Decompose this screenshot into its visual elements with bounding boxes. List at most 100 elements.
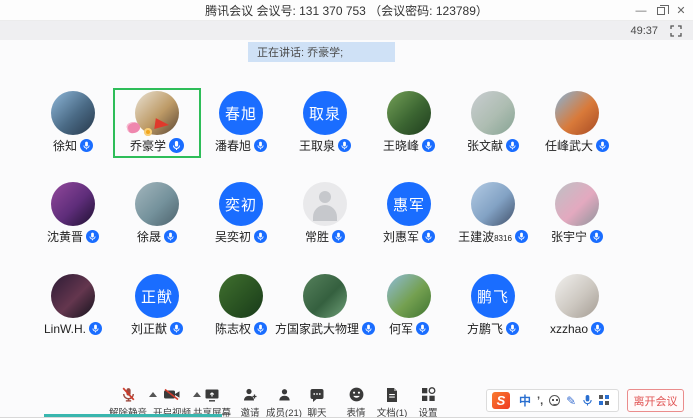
participant-name-row: 乔豪学 [130,138,184,153]
avatar: 春旭 [219,91,263,135]
avatar [471,182,515,226]
participant-tile[interactable]: 方国家武大物理 [283,274,367,336]
status-strip: 49:37 [0,21,693,40]
mic-status-icon [164,230,177,243]
participant-name-row: 王晓峰 [383,138,435,153]
participant-name: 徐知 [53,137,77,154]
participant-tile[interactable]: 任峰武大 [535,91,619,153]
participant-name: 王建波 [458,228,494,245]
mic-status-icon [254,139,267,152]
participant-name-suffix: 8316 [494,234,512,243]
emoji-picker-icon[interactable] [549,395,560,406]
participant-name-row: 吴奕初 [215,229,267,244]
participant-name-row: 何军 [389,321,429,336]
restore-button[interactable] [651,0,671,21]
participant-tile[interactable]: 奕初吴奕初 [199,182,283,244]
participant-name: 刘惠军 [383,228,419,245]
mic-muted-icon [120,386,137,403]
mic-status-icon [80,139,93,152]
elapsed-time: 49:37 [630,25,658,37]
participant-tile[interactable]: 乔豪学 [115,91,199,153]
speaking-banner-text: 正在讲话: 乔豪学; [257,44,343,60]
avatar: 鹏飞 [471,274,515,318]
mic-status-icon [254,322,267,335]
participant-name: 王取泉 [299,137,335,154]
participant-name-row: 王取泉 [299,138,351,153]
mic-status-icon [89,322,102,335]
document-icon [385,386,399,403]
taskbar-accent-line [44,414,222,417]
participant-tile[interactable]: LinW.H. [31,274,115,336]
participant-tile[interactable]: 正猷刘正猷 [115,274,199,336]
participant-name-row: xzzhao [550,321,604,336]
meeting-title: 腾讯会议 会议号: 131 370 753 （会议密码: 123789） [205,2,488,19]
avatar [387,91,431,135]
participant-name-row: 张文献 [467,138,519,153]
participant-tile[interactable]: 徐晟 [115,182,199,244]
participant-tile[interactable]: 张宇宁 [535,182,619,244]
mic-status-icon [170,322,183,335]
participant-name-row: 方鹏飞 [467,321,519,336]
settings-icon [421,386,436,403]
participant-name-row: 沈黄晋 [47,229,99,244]
mic-status-icon [416,322,429,335]
participant-name-row: 刘惠军 [383,229,435,244]
participant-name: 沈黄晋 [47,228,83,245]
participant-name-row: 陈志权 [215,321,267,336]
participant-tile[interactable]: 沈黄晋 [31,182,115,244]
participant-tile[interactable]: 陈志权 [199,274,283,336]
mic-status-icon [596,139,609,152]
participant-name: xzzhao [550,322,588,336]
default-avatar [303,182,347,226]
minimize-button[interactable]: — [631,0,651,21]
participant-name: 方国家武大物理 [275,320,359,337]
participant-tile[interactable]: 张文献 [451,91,535,153]
participant-tile[interactable]: 常胜 [283,182,367,244]
participant-tile[interactable]: 徐知 [31,91,115,153]
avatar [555,274,599,318]
participant-tile[interactable]: 何军 [367,274,451,336]
participant-tile[interactable]: 取泉王取泉 [283,91,367,153]
participant-name-row: 王建波8316 [458,229,528,244]
toolbar-button-settings[interactable]: 设置 [398,386,458,418]
mic-status-icon [515,230,528,243]
avatar [51,91,95,135]
avatar [555,182,599,226]
mic-status-icon [338,139,351,152]
participant-tile[interactable]: 王建波8316 [451,182,535,244]
participant-name-row: 徐知 [53,138,93,153]
participant-name: 吴奕初 [215,228,251,245]
avatar: 正猷 [135,274,179,318]
avatar: 取泉 [303,91,347,135]
keyboard-layout-icon[interactable] [599,395,610,406]
badge-sticker [144,128,152,136]
leave-meeting-button[interactable]: 离开会议 [627,389,684,412]
avatar [387,274,431,318]
participant-tile[interactable]: 惠军刘惠军 [367,182,451,244]
close-button[interactable]: ✕ [671,0,691,21]
mic-status-icon [254,230,267,243]
avatar: 惠军 [387,182,431,226]
participant-name: 刘正猷 [131,320,167,337]
meeting-window: 腾讯会议 会议号: 131 370 753 （会议密码: 123789） — ✕… [0,0,693,418]
participant-tile[interactable]: 鹏飞方鹏飞 [451,274,535,336]
sogou-logo-icon[interactable]: S [492,392,510,409]
titlebar: 腾讯会议 会议号: 131 370 753 （会议密码: 123789） — ✕ [0,0,693,21]
mic-status-icon [422,139,435,152]
participant-name-row: 方国家武大物理 [275,321,375,336]
participant-tile[interactable]: xzzhao [535,274,619,336]
fullscreen-icon[interactable] [670,25,682,37]
participant-name-row: 任峰武大 [545,138,609,153]
avatar [135,182,179,226]
participant-name: LinW.H. [44,322,86,336]
participant-name-row: 刘正猷 [131,321,183,336]
participant-name: 任峰武大 [545,137,593,154]
mic-status-icon [506,322,519,335]
participant-tile[interactable]: 春旭潘春旭 [199,91,283,153]
mic-status-icon [591,322,604,335]
avatar [555,91,599,135]
window-controls: — ✕ [631,0,691,21]
participant-tile[interactable]: 王晓峰 [367,91,451,153]
voice-input-icon[interactable] [582,394,593,407]
mic-status-icon [332,230,345,243]
